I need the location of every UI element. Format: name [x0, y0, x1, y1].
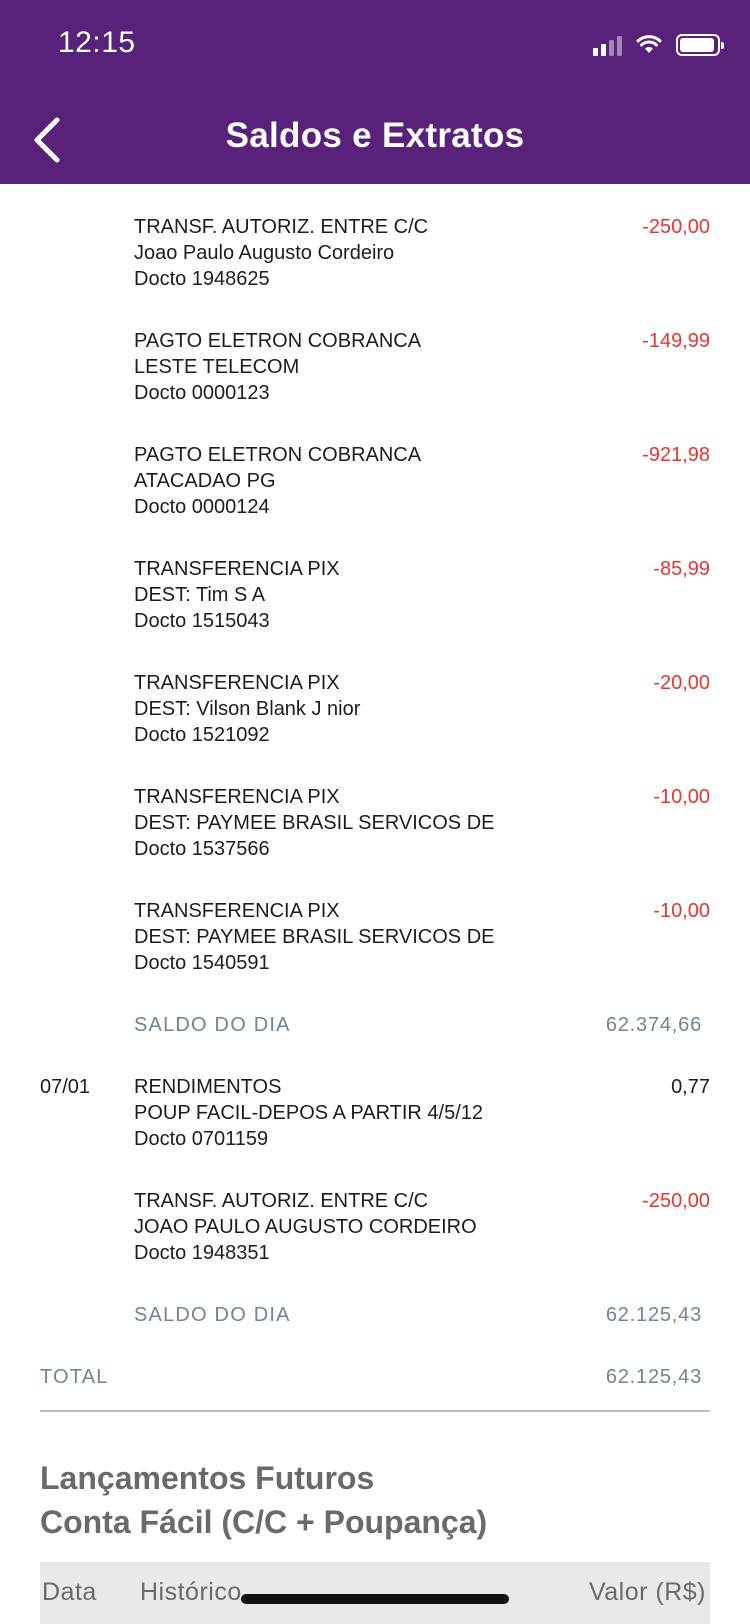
statement-list: TRANSF. AUTORIZ. ENTRE C/C Joao Paulo Au… — [0, 214, 750, 1364]
entry-amount: -149,99 — [642, 330, 710, 352]
entry-document: Docto 0000123 — [134, 382, 270, 404]
entry-document: Docto 1948625 — [134, 268, 270, 290]
entry-description: TRANSFERENCIA PIX DEST: PAYMEE BRASIL SE… — [134, 898, 604, 976]
entry-type: TRANSFERENCIA PIX — [134, 672, 340, 694]
entry-document: Docto 1948351 — [134, 1242, 270, 1264]
page-title: Saldos e Extratos — [225, 116, 525, 155]
entry-counterparty: ATACADAO PG — [134, 470, 276, 492]
column-header-date: Data — [42, 1578, 97, 1606]
entry-document: Docto 1537566 — [134, 838, 270, 860]
entry-type: PAGTO ELETRON COBRANCA — [134, 330, 422, 352]
entry-counterparty: JOAO PAULO AUGUSTO CORDEIRO — [134, 1216, 477, 1238]
entry-description: TRANSF. AUTORIZ. ENTRE C/C JOAO PAULO AU… — [134, 1188, 604, 1266]
total-label: TOTAL — [40, 1366, 109, 1388]
statement-entry: TRANSFERENCIA PIX DEST: Vilson Blank J n… — [0, 670, 750, 784]
entry-amount: -10,00 — [653, 900, 710, 922]
column-header-history: Histórico — [140, 1578, 242, 1606]
entry-type: TRANSF. AUTORIZ. ENTRE C/C — [134, 1190, 429, 1212]
entry-document: Docto 0000124 — [134, 496, 270, 518]
home-indicator[interactable] — [241, 1594, 509, 1604]
entry-description: RENDIMENTOS POUP FACIL-DEPOS A PARTIR 4/… — [134, 1074, 604, 1152]
future-table-header: Data Histórico Valor (R$) — [40, 1562, 710, 1624]
entry-type: TRANSFERENCIA PIX — [134, 900, 340, 922]
entry-type: PAGTO ELETRON COBRANCA — [134, 444, 422, 466]
entry-description: TRANSF. AUTORIZ. ENTRE C/C Joao Paulo Au… — [134, 214, 604, 292]
status-icons — [593, 32, 724, 58]
entry-document: Docto 1521092 — [134, 724, 270, 746]
battery-icon — [676, 34, 724, 56]
entry-counterparty: LESTE TELECOM — [134, 356, 300, 378]
statement-entry: 07/01 RENDIMENTOS POUP FACIL-DEPOS A PAR… — [0, 1074, 750, 1188]
column-header-value: Valor (R$) — [588, 1578, 706, 1606]
entry-type: TRANSFERENCIA PIX — [134, 786, 340, 808]
entry-counterparty: DEST: Vilson Blank J nior — [134, 698, 361, 720]
total-row: TOTAL 62.125,43 — [40, 1364, 710, 1412]
entry-counterparty: DEST: Tim S A — [134, 584, 266, 606]
statement-entry: TRANSFERENCIA PIX DEST: Tim S A Docto 15… — [0, 556, 750, 670]
entry-description: PAGTO ELETRON COBRANCA LESTE TELECOM Doc… — [134, 328, 604, 406]
daily-balance-value: 62.374,66 — [605, 1014, 702, 1036]
statement-entry: TRANSF. AUTORIZ. ENTRE C/C JOAO PAULO AU… — [0, 1188, 750, 1302]
entry-document: Docto 1515043 — [134, 610, 270, 632]
daily-balance-row: SALDO DO DIA 62.125,43 — [0, 1302, 750, 1364]
entry-type: RENDIMENTOS — [134, 1076, 282, 1098]
entry-description: PAGTO ELETRON COBRANCA ATACADAO PG Docto… — [134, 442, 604, 520]
entry-document: Docto 1540591 — [134, 952, 270, 974]
entry-document: Docto 0701159 — [134, 1128, 269, 1150]
entry-amount: -250,00 — [642, 1190, 710, 1212]
entry-counterparty: DEST: PAYMEE BRASIL SERVICOS DE — [134, 926, 495, 948]
cellular-signal-icon — [593, 34, 622, 56]
statement-entry: PAGTO ELETRON COBRANCA LESTE TELECOM Doc… — [0, 328, 750, 442]
daily-balance-value: 62.125,43 — [605, 1304, 702, 1326]
statement-entry: PAGTO ELETRON COBRANCA ATACADAO PG Docto… — [0, 442, 750, 556]
statement-entry: TRANSFERENCIA PIX DEST: PAYMEE BRASIL SE… — [0, 784, 750, 898]
app-header: 12:15 Saldos e Extratos — [0, 0, 750, 184]
statement-entry: TRANSFERENCIA PIX DEST: PAYMEE BRASIL SE… — [0, 898, 750, 1012]
entry-amount: -250,00 — [642, 216, 710, 238]
daily-balance-row: SALDO DO DIA 62.374,66 — [0, 1012, 750, 1074]
total-value: 62.125,43 — [605, 1366, 702, 1388]
daily-balance-label: SALDO DO DIA — [134, 1014, 291, 1036]
entry-amount: -20,00 — [653, 672, 710, 694]
entry-counterparty: DEST: PAYMEE BRASIL SERVICOS DE — [134, 812, 495, 834]
future-entries-title: Lançamentos Futuros Conta Fácil (C/C + P… — [40, 1456, 487, 1544]
entry-amount: 0,77 — [671, 1076, 710, 1098]
daily-balance-label: SALDO DO DIA — [134, 1304, 291, 1326]
status-time: 12:15 — [58, 26, 136, 59]
future-entries-title-line2: Conta Fácil (C/C + Poupança) — [40, 1504, 488, 1540]
entry-date: 07/01 — [40, 1076, 91, 1098]
entry-type: TRANSF. AUTORIZ. ENTRE C/C — [134, 216, 429, 238]
entry-description: TRANSFERENCIA PIX DEST: Tim S A Docto 15… — [134, 556, 604, 634]
entry-description: TRANSFERENCIA PIX DEST: PAYMEE BRASIL SE… — [134, 784, 604, 862]
future-entries-title-line1: Lançamentos Futuros — [40, 1460, 375, 1496]
wifi-icon — [636, 35, 662, 53]
entry-description: TRANSFERENCIA PIX DEST: Vilson Blank J n… — [134, 670, 604, 748]
entry-counterparty: POUP FACIL-DEPOS A PARTIR 4/5/12 — [134, 1102, 484, 1124]
entry-amount: -10,00 — [653, 786, 710, 808]
entry-amount: -921,98 — [642, 444, 710, 466]
statement-entry: TRANSF. AUTORIZ. ENTRE C/C Joao Paulo Au… — [0, 214, 750, 328]
entry-type: TRANSFERENCIA PIX — [134, 558, 340, 580]
entry-amount: -85,99 — [653, 558, 710, 580]
entry-counterparty: Joao Paulo Augusto Cordeiro — [134, 242, 395, 264]
